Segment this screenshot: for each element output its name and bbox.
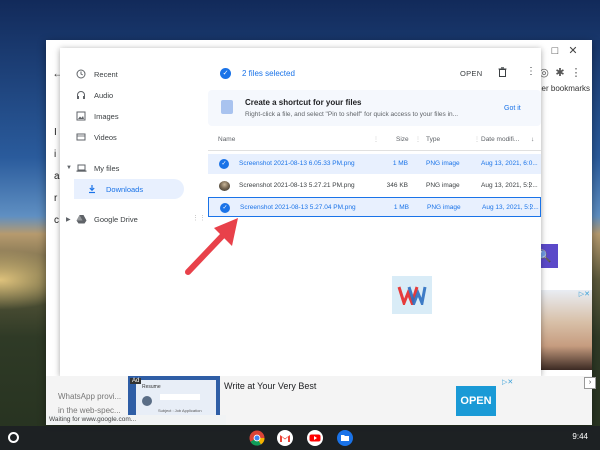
file-date: Aug 13, 2021, 6:0... bbox=[481, 160, 538, 167]
delete-icon[interactable] bbox=[498, 67, 507, 79]
got-it-button[interactable]: Got it bbox=[504, 105, 521, 112]
ad-resume-image[interactable]: Resume Subject : Job Application bbox=[128, 376, 220, 420]
files-icon[interactable] bbox=[336, 429, 354, 447]
sidebar-item-recent[interactable]: Recent bbox=[60, 64, 203, 84]
ad-resume-label: Resume bbox=[142, 384, 161, 390]
column-resize-handle[interactable]: ⋮ bbox=[415, 136, 421, 143]
other-bookmarks[interactable]: her bookmarks bbox=[537, 84, 590, 93]
file-type: PNG image bbox=[426, 182, 460, 189]
sidebar-item-my-files[interactable]: ▼ My files bbox=[60, 158, 203, 178]
file-thumbnail bbox=[219, 181, 230, 191]
youtube-icon[interactable] bbox=[306, 429, 324, 447]
watermark-logo bbox=[392, 276, 432, 314]
page-text-fragment: WhatsApp provi... in the web-spec... bbox=[58, 392, 122, 415]
file-name: Screenshot 2021-08-13 5.27.04 PM.png bbox=[240, 204, 356, 211]
video-icon bbox=[75, 131, 87, 143]
column-header-date[interactable]: Date modifi... bbox=[481, 136, 519, 148]
banner-text: Right-click a file, and select "Pin to s… bbox=[245, 111, 459, 118]
check-icon[interactable]: ✓ bbox=[219, 159, 229, 169]
files-main-panel: ✓ 2 files selected OPEN ⋮ Create a short… bbox=[208, 48, 541, 376]
image-icon bbox=[75, 110, 87, 122]
selection-check-icon[interactable]: ✓ bbox=[220, 68, 231, 79]
extension-icons: ◎ ✱ ⋮ bbox=[536, 66, 584, 79]
file-size: 1 MB bbox=[392, 160, 408, 167]
sidebar-item-videos[interactable]: Videos bbox=[60, 127, 203, 147]
adchoices-icon[interactable]: ▷✕ bbox=[502, 378, 513, 386]
launcher-icon[interactable] bbox=[8, 432, 19, 443]
column-resize-handle[interactable]: ⋮ bbox=[474, 136, 480, 143]
ad-resume-card: Resume Subject : Job Application bbox=[136, 380, 216, 418]
ad-resume-subject: Subject : Job Application bbox=[158, 408, 202, 413]
close-ad-icon[interactable]: › bbox=[584, 377, 596, 389]
adchoices-icon[interactable]: ▷✕ bbox=[579, 290, 590, 298]
caret-down-icon[interactable]: ▼ bbox=[66, 165, 72, 171]
more-icon[interactable]: ⋮ bbox=[527, 203, 534, 211]
pin-shortcut-icon bbox=[221, 100, 233, 114]
drive-icon bbox=[75, 213, 87, 225]
more-icon[interactable]: ⋮ bbox=[526, 181, 533, 189]
ad-title[interactable]: Write at Your Very Best bbox=[224, 381, 316, 391]
side-ad-image[interactable]: ▷✕ bbox=[540, 290, 592, 370]
file-type: PNG image bbox=[426, 160, 460, 167]
sidebar-item-label: Downloads bbox=[106, 184, 144, 194]
browser-status-bar: Waiting for www.google.com... bbox=[46, 415, 226, 425]
gmail-icon[interactable] bbox=[276, 429, 294, 447]
file-name: Screenshot 2021-08-13 6.05.33 PM.png bbox=[239, 160, 355, 167]
column-header-size[interactable]: Size bbox=[396, 136, 409, 148]
more-vert-icon[interactable]: ⋮ bbox=[568, 66, 584, 79]
sidebar-item-label: Recent bbox=[94, 69, 118, 79]
column-header-type[interactable]: Type bbox=[426, 136, 440, 148]
file-type: PNG image bbox=[427, 204, 461, 211]
table-divider bbox=[208, 150, 541, 151]
sidebar-item-downloads[interactable]: Downloads bbox=[74, 179, 184, 199]
column-header-name[interactable]: Name bbox=[218, 136, 235, 148]
table-row[interactable]: Screenshot 2021-08-13 5.27.21 PM.png 346… bbox=[208, 176, 541, 196]
sort-arrow-icon[interactable]: ↓ bbox=[531, 136, 534, 148]
ad-open-button[interactable]: OPEN bbox=[456, 386, 496, 416]
caret-right-icon[interactable]: ▶ bbox=[66, 216, 71, 223]
avatar bbox=[142, 396, 152, 406]
file-size: 1 MB bbox=[393, 204, 409, 211]
maximize-icon[interactable]: □ bbox=[546, 45, 564, 57]
close-icon[interactable]: ✕ bbox=[564, 44, 582, 57]
ad-field bbox=[160, 394, 200, 400]
annotation-arrow-icon bbox=[185, 218, 238, 275]
sidebar-item-label: Audio bbox=[94, 90, 114, 100]
chrome-icon[interactable] bbox=[248, 429, 266, 447]
shelf-clock[interactable]: 9:44 bbox=[572, 432, 588, 441]
chromeos-shelf: 9:44 bbox=[0, 426, 600, 450]
sidebar-item-label: Images bbox=[94, 111, 119, 121]
banner-title: Create a shortcut for your files bbox=[245, 98, 362, 107]
files-toolbar: ✓ 2 files selected OPEN ⋮ bbox=[208, 48, 541, 96]
sidebar-item-images[interactable]: Images bbox=[60, 106, 203, 126]
clock-icon bbox=[75, 68, 87, 80]
headphones-icon bbox=[75, 89, 87, 101]
shortcut-banner: Create a shortcut for your files Right-c… bbox=[208, 90, 541, 126]
sidebar-item-label: Videos bbox=[94, 132, 117, 142]
sidebar-item-audio[interactable]: Audio bbox=[60, 85, 203, 105]
laptop-icon bbox=[75, 162, 87, 174]
files-app-window: Recent Audio Images Videos ▼ My files Do… bbox=[60, 48, 541, 376]
column-resize-handle[interactable]: ⋮ bbox=[373, 136, 379, 143]
puzzle-icon[interactable]: ✱ bbox=[552, 66, 568, 79]
ad-tag: Ad bbox=[130, 378, 142, 384]
selection-count: 2 files selected bbox=[242, 69, 295, 78]
table-row[interactable]: ✓ Screenshot 2021-08-13 5.27.04 PM.png 1… bbox=[208, 197, 541, 217]
sidebar-item-label: Google Drive bbox=[94, 214, 138, 224]
file-name: Screenshot 2021-08-13 5.27.21 PM.png bbox=[239, 182, 355, 189]
file-size: 346 KB bbox=[386, 182, 408, 189]
page-left-fragment: I i a r c bbox=[54, 127, 60, 226]
sidebar-item-label: My files bbox=[94, 163, 120, 173]
download-icon bbox=[86, 183, 98, 195]
open-button[interactable]: OPEN bbox=[460, 69, 482, 78]
table-row[interactable]: ✓ Screenshot 2021-08-13 6.05.33 PM.png 1… bbox=[208, 154, 541, 174]
more-vert-icon[interactable]: ⋮ bbox=[526, 66, 536, 77]
